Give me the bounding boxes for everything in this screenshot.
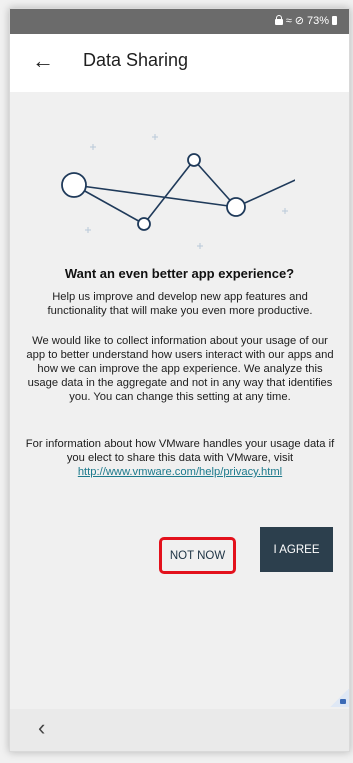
network-illustration-icon bbox=[61, 134, 295, 249]
main-content: Want an even better app experience? Help… bbox=[10, 92, 349, 709]
privacy-text: For information about how VMware handles… bbox=[25, 438, 335, 464]
lock-icon bbox=[274, 15, 283, 25]
phone-screen: ≈ ⊘ 73% ← Data Sharing Want an even bett… bbox=[9, 8, 350, 752]
status-icons: ≈ ⊘ 73% bbox=[274, 14, 337, 27]
privacy-link[interactable]: http://www.vmware.com/help/privacy.html bbox=[78, 466, 282, 478]
navigation-bar: ‹ bbox=[10, 709, 349, 751]
wifi-icon: ≈ bbox=[285, 14, 292, 27]
lock-icon bbox=[330, 689, 349, 707]
privacy-paragraph: For information about how VMware handles… bbox=[22, 437, 338, 479]
battery-percentage: 73% bbox=[306, 14, 329, 27]
agree-button[interactable]: I AGREE bbox=[260, 527, 333, 572]
back-arrow-icon[interactable]: ← bbox=[30, 48, 56, 74]
chevron-left-icon[interactable]: ‹ bbox=[38, 715, 45, 741]
headline: Want an even better app experience? bbox=[64, 266, 295, 281]
status-bar: ≈ ⊘ 73% bbox=[10, 9, 349, 34]
page-title: Data Sharing bbox=[83, 50, 189, 70]
usage-paragraph: We would like to collect information abo… bbox=[26, 335, 334, 403]
battery-icon bbox=[332, 16, 337, 25]
app-header: ← Data Sharing bbox=[10, 34, 349, 92]
intro-paragraph: Help us improve and develop new app feat… bbox=[47, 291, 313, 317]
do-not-disturb-icon: ⊘ bbox=[294, 15, 304, 27]
not-now-button[interactable]: NOT NOW bbox=[159, 537, 236, 574]
